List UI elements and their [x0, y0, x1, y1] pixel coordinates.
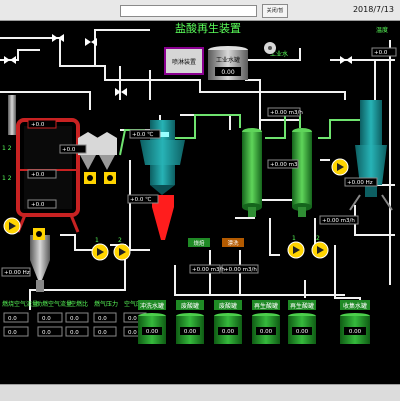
tank-level: 0.00: [260, 329, 273, 335]
tank-regen-acid-1[interactable]: 再生酸罐 0.00: [252, 300, 280, 344]
table-header: 助燃空气流量: [36, 300, 72, 308]
pump-circ-2[interactable]: [113, 243, 131, 261]
temperature-label: 温度: [376, 26, 388, 34]
table-header: 空燃比: [70, 300, 88, 308]
path-field[interactable]: [120, 5, 257, 17]
flow-readout-1: +0.00 m3/h: [322, 218, 355, 224]
tank-label: 收集水罐: [343, 302, 367, 310]
table-cell: 0.0: [8, 316, 17, 322]
tag-label: 1 2: [2, 145, 12, 152]
table-cell: 0.0: [128, 330, 137, 336]
spray-device: 喷淋装置: [164, 47, 204, 75]
absorption-column-1: [242, 128, 262, 217]
tank-level: 0.00: [146, 329, 159, 335]
combustion-label: 烧焙: [193, 239, 205, 247]
venturi-temp-readout: +0.0 ℃: [132, 131, 153, 138]
tank-label: 废酸罐: [181, 302, 199, 310]
table-cell: 0.0: [98, 330, 107, 336]
pump-fan[interactable]: [264, 42, 276, 54]
combustion-table: 燃烧空气流量 助燃空气流量 空燃比 燃气压力 空气压力 0.0 0.0 0.0 …: [2, 300, 148, 337]
pump-feed-1[interactable]: [3, 217, 21, 235]
tank-label: 废酸罐: [219, 302, 237, 310]
tank-waste-acid-1[interactable]: 废酸罐 0.00: [176, 300, 204, 344]
industrial-water-tank: 工业水罐 0.00: [208, 46, 248, 80]
tank-label: 再生酸罐: [290, 302, 314, 310]
status-labels: 烧焙 漂洗: [188, 238, 244, 247]
tank-level: 0.00: [296, 329, 309, 335]
spray-device-label: 喷淋装置: [172, 58, 196, 66]
pump-number: 1: [95, 237, 99, 244]
table-cell: 0.0: [70, 330, 79, 336]
water-tank-label: 工业水罐: [216, 56, 240, 64]
table-cell: 0.0: [128, 316, 137, 322]
tank-level: 0.00: [184, 329, 197, 335]
tank-level: 0.00: [349, 329, 362, 335]
taskbar: [0, 384, 400, 401]
tag-label: 1 2: [2, 175, 12, 182]
top-toolbar: 关闭/暂 2018/7/13: [0, 0, 400, 21]
feed-readout: +0.00 Hz: [4, 270, 30, 276]
pump-number: 2: [118, 237, 122, 244]
reactor-temp-readout: +0.0: [31, 122, 45, 128]
table-header: 燃烧空气流量: [2, 300, 38, 308]
process-diagram: 盐酸再生装置 1 2 1 2 喷淋装置 工业水罐 0.00 工业水 温度 1 2…: [0, 21, 397, 344]
page-title: 盐酸再生装置: [175, 21, 241, 35]
bag-inlet-readout: +0.0: [62, 147, 76, 153]
table-cell: 0.0: [8, 330, 17, 336]
washing-tower: [349, 100, 393, 211]
tank-rinse-water[interactable]: 冲洗水罐 0.00: [138, 300, 166, 344]
table-cell: 0.0: [42, 316, 51, 322]
tank-label: 再生酸罐: [254, 302, 278, 310]
rinse-label: 漂洗: [227, 239, 239, 247]
pump-regen-2[interactable]: [311, 241, 329, 259]
table-cell: 0.0: [98, 316, 107, 322]
tank-waste-acid-2[interactable]: 废酸罐 0.00: [214, 300, 242, 344]
tank-collect-water[interactable]: 收集水罐 0.00: [340, 300, 370, 344]
table-header: 燃气压力: [94, 300, 118, 308]
bottom-cyclone: [30, 235, 50, 292]
pump-regen-1[interactable]: [287, 241, 305, 259]
pump-number: 2: [316, 235, 320, 242]
column-1-level: +0.00 m3: [270, 162, 298, 168]
tank-label: 冲洗水罐: [140, 302, 164, 310]
table-cell: 0.0: [70, 316, 79, 322]
reactor-exhaust: [8, 95, 16, 135]
table-cell: 0.0: [42, 330, 51, 336]
reactor-pressure-readout: +0.0: [31, 172, 45, 178]
tank-regen-acid-2[interactable]: 再生酸罐 0.00: [288, 300, 316, 344]
reactor-mid-readout: +0.0: [31, 202, 45, 208]
flow-readout-2: +0.00 m3/h: [224, 267, 257, 273]
pump-number: 1: [292, 235, 296, 242]
absorption-column-2: [292, 128, 312, 217]
temperature-readout: +0.0: [374, 50, 388, 56]
fan-freq-readout: +0.00 Hz: [347, 180, 373, 186]
tank-level: 0.00: [222, 329, 235, 335]
pump-absorber-1[interactable]: [331, 158, 349, 176]
column-1-readout: +0.00 m3/h: [270, 110, 303, 116]
close-button[interactable]: 关闭/暂: [262, 4, 288, 18]
cyclone-readout: +0.0 ℃: [130, 196, 151, 203]
storage-tanks: 冲洗水罐 0.00 废酸罐 0.00 废酸罐 0.00 再生酸罐 0.00 再生…: [138, 300, 370, 344]
water-tank-level: 0.00: [221, 69, 235, 76]
pump-circ-1[interactable]: [91, 243, 109, 261]
date-display: 2018/7/13: [352, 5, 394, 14]
flow-readout-3: +0.00 m3/h: [192, 267, 225, 273]
